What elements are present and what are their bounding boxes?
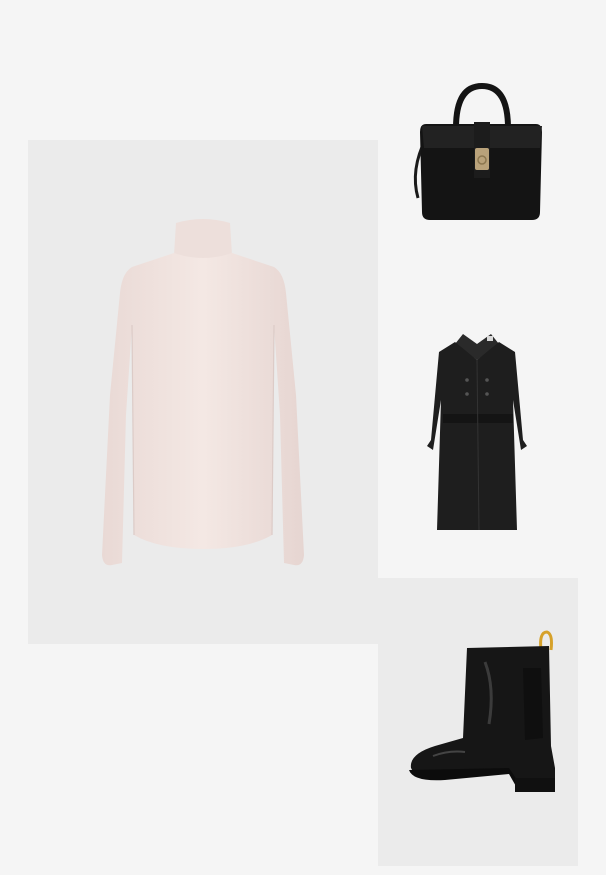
trench-coat-icon [427,334,527,531]
handbag-icon [413,82,542,220]
trench-coat-product[interactable] [425,330,530,535]
boot-icon [409,630,555,792]
turtleneck-product[interactable] [98,215,308,571]
boot-product[interactable] [405,628,565,796]
handbag-product[interactable] [404,80,554,222]
turtleneck-icon [102,219,304,566]
